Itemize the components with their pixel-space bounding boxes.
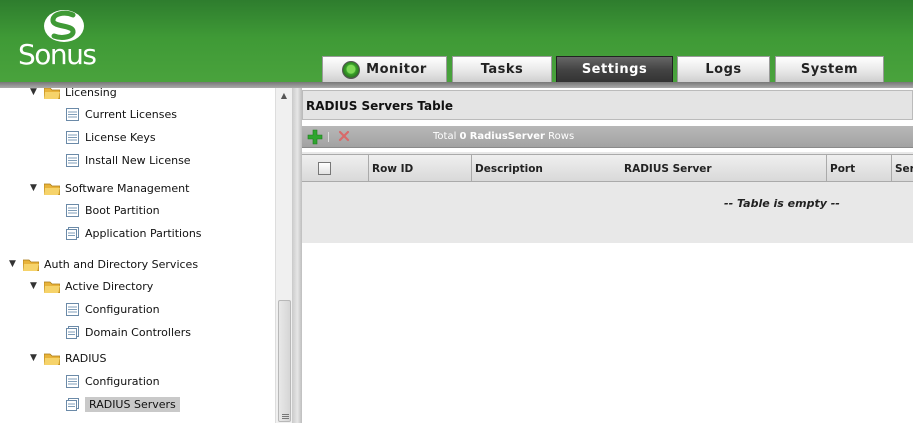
column-header[interactable]: Port — [827, 155, 892, 182]
tree-label: Configuration — [85, 302, 160, 316]
folder-icon — [44, 183, 60, 195]
tree-label: RADIUS Servers — [85, 396, 180, 412]
expand-arrow-icon[interactable]: ▼ — [30, 88, 40, 97]
page-icon — [66, 302, 79, 316]
tree-label: Boot Partition — [85, 203, 160, 217]
tab-tasks[interactable]: Tasks — [452, 56, 552, 82]
tab-settings[interactable]: Settings — [556, 56, 673, 82]
page-title: RADIUS Servers Table — [302, 90, 913, 120]
tree-label: Domain Controllers — [85, 325, 192, 339]
table-header: Row ID Description RADIUS Server Port Se… — [302, 154, 913, 182]
tree-label: Application Partitions — [85, 226, 202, 240]
folder-icon — [44, 281, 60, 293]
folder-icon — [44, 353, 60, 365]
tree-label: License Keys — [85, 130, 156, 144]
tree-node-domain-controllers[interactable]: Domain Controllers — [66, 323, 191, 341]
tree-label: Licensing — [65, 88, 117, 99]
column-header-label: RADIUS Server — [624, 163, 712, 175]
navigation-tree: ▼ Licensing Current Licenses License Key… — [0, 88, 293, 423]
tree-node-radius-servers[interactable]: RADIUS Servers — [66, 395, 180, 413]
tree-label: Active Directory — [65, 279, 154, 293]
tree-node-auth-directory-services[interactable]: ▼ Auth and Directory Services — [9, 255, 198, 273]
folder-icon — [44, 88, 60, 99]
tree-node-install-new-license[interactable]: Install New License — [66, 151, 191, 169]
tree-node-application-partitions[interactable]: Application Partitions — [66, 224, 202, 242]
monitor-status-icon — [342, 60, 361, 79]
tab-label: Settings — [581, 62, 648, 77]
tree-label: Current Licenses — [85, 107, 178, 121]
row-count-prefix: Total — [433, 131, 457, 142]
select-all-column — [302, 155, 369, 182]
tree-label: Install New License — [85, 153, 191, 167]
tree-label: Configuration — [85, 374, 160, 388]
tab-label: Logs — [705, 62, 742, 77]
scroll-grip — [282, 414, 289, 415]
select-all-checkbox[interactable] — [318, 162, 331, 175]
row-count-suffix: Rows — [548, 131, 575, 142]
tab-system[interactable]: System — [775, 56, 884, 82]
tree-node-radius[interactable]: ▼ RADIUS — [30, 349, 106, 367]
table-toolbar: Total 0 RadiusServer Rows — [302, 126, 913, 148]
brand-name: Sonus — [18, 38, 97, 71]
tree-node-current-licenses[interactable]: Current Licenses — [66, 105, 177, 123]
row-count: Total 0 RadiusServer Rows — [433, 131, 574, 142]
radius-servers-table: Row ID Description RADIUS Server Port Se… — [302, 152, 913, 243]
page-icon — [66, 226, 79, 240]
row-count-value: 0 — [459, 131, 467, 142]
expand-arrow-icon[interactable]: ▼ — [30, 281, 40, 291]
app-header: Sonus Monitor Tasks Settings Logs System — [0, 0, 913, 84]
column-header[interactable]: Ser — [892, 155, 913, 182]
tree-node-active-directory[interactable]: ▼ Active Directory — [30, 277, 153, 295]
tab-monitor[interactable]: Monitor — [322, 56, 447, 82]
page-icon — [66, 130, 79, 144]
page-icon — [66, 397, 79, 411]
tree-node-ad-configuration[interactable]: Configuration — [66, 300, 160, 318]
page-icon — [66, 203, 79, 217]
tab-label: Monitor — [366, 62, 427, 77]
tree-node-software-management[interactable]: ▼ Software Management — [30, 179, 189, 197]
column-header[interactable]: Row ID — [369, 155, 472, 182]
tree-node-licensing[interactable]: ▼ Licensing — [30, 88, 117, 101]
main-content: RADIUS Servers Table Total 0 RadiusServe… — [302, 88, 913, 423]
expand-arrow-icon[interactable]: ▼ — [30, 183, 40, 193]
delete-icon[interactable] — [338, 130, 350, 142]
scroll-thumb[interactable] — [278, 300, 291, 422]
tree-label: Auth and Directory Services — [44, 257, 199, 271]
page-icon — [66, 325, 79, 339]
tree-node-license-keys[interactable]: License Keys — [66, 128, 156, 146]
empty-table-message: -- Table is empty -- — [724, 197, 840, 210]
tab-label: Tasks — [480, 62, 524, 77]
tree-node-radius-configuration[interactable]: Configuration — [66, 372, 160, 390]
page-icon — [66, 153, 79, 167]
tab-label: System — [800, 62, 859, 77]
page-icon — [66, 107, 79, 121]
tree-label: RADIUS — [65, 351, 107, 365]
row-count-entity: RadiusServer — [469, 131, 545, 142]
expand-arrow-icon[interactable]: ▼ — [30, 353, 40, 363]
toolbar-separator — [328, 132, 329, 142]
column-header-label: Description — [475, 163, 543, 175]
page-icon — [66, 374, 79, 388]
sidebar-scrollbar[interactable]: ▲ — [275, 88, 292, 423]
tab-logs[interactable]: Logs — [677, 56, 770, 82]
scroll-up-icon[interactable]: ▲ — [276, 88, 292, 104]
tree-label: Software Management — [65, 181, 190, 195]
add-icon[interactable] — [307, 129, 323, 145]
column-header[interactable]: Description RADIUS Server — [472, 155, 827, 182]
tree-node-boot-partition[interactable]: Boot Partition — [66, 201, 160, 219]
panel-splitter[interactable] — [293, 88, 302, 423]
folder-icon — [23, 259, 39, 271]
expand-arrow-icon[interactable]: ▼ — [9, 259, 19, 269]
